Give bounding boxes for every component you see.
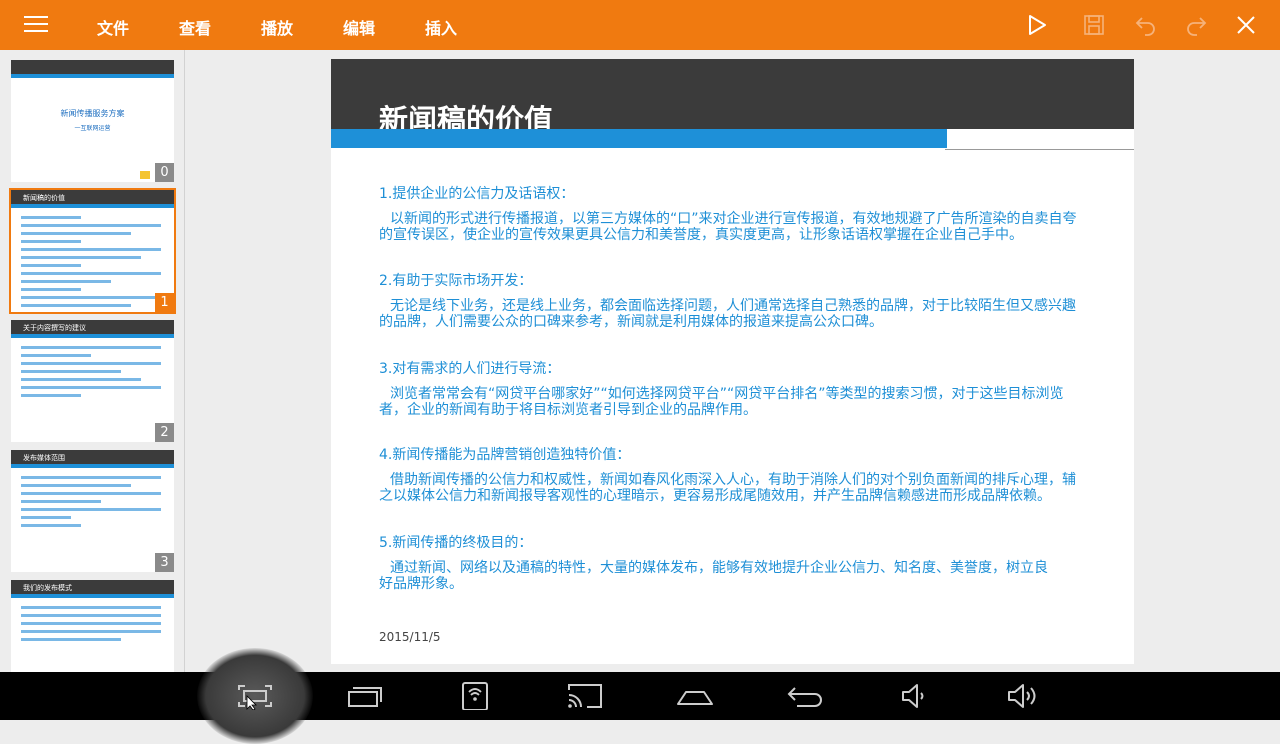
thumb-number: 0 <box>155 163 174 182</box>
thumb-stripe <box>11 74 174 78</box>
back-icon[interactable] <box>785 682 825 710</box>
thumb-number: 1 <box>155 293 174 312</box>
thumb-title: 关于内容撰写的建议 <box>23 324 86 332</box>
slide-thumbnail-1[interactable]: 新闻稿的价值 1 <box>9 188 176 314</box>
thumb-stripe <box>11 464 174 468</box>
thumb-text-lines <box>21 216 161 312</box>
redo-icon <box>1187 17 1207 36</box>
section-body: 以新闻的形式进行传播报道，以第三方媒体的“口”来对企业进行宣传报道，有效地规避了… <box>379 211 1077 243</box>
section-body: 浏览者常常会有“网贷平台哪家好”“如何选择网贷平台”“网贷平台排名”等类型的搜索… <box>379 386 1064 418</box>
thumb-stripe <box>11 334 174 338</box>
close-icon[interactable] <box>1234 13 1258 37</box>
undo-icon <box>1135 17 1155 36</box>
section-heading: 5.新闻传播的终极目的： <box>379 535 533 551</box>
thumb-text-lines <box>21 346 161 402</box>
volume-down-icon[interactable] <box>895 682 935 710</box>
system-nav-bar <box>0 648 1280 744</box>
thumb-text-lines <box>21 606 161 646</box>
slide-thumbnail-2[interactable]: 关于内容撰写的建议 2 <box>11 320 174 442</box>
menu-play[interactable]: 播放 <box>261 15 293 39</box>
slide-thumbnail-4[interactable]: 我们的发布模式 <box>11 580 174 672</box>
folder-icon <box>140 171 150 179</box>
menu-view[interactable]: 查看 <box>179 15 211 39</box>
thumb-stripe <box>11 594 174 598</box>
thumb-number: 3 <box>155 553 174 572</box>
thumb-number: 2 <box>155 423 174 442</box>
wifi-phone-icon[interactable] <box>455 682 495 710</box>
menu-file[interactable]: 文件 <box>97 15 129 39</box>
slide-thumbnail-0[interactable]: 新闻传播服务方案 一互联网运营 0 <box>11 60 174 182</box>
thumb-cover-title: 新闻传播服务方案 <box>60 109 125 118</box>
thumb-text-lines <box>21 476 161 532</box>
section-body: 无论是线下业务，还是线上业务，都会面临选择问题，人们通常选择自己熟悉的品牌，对于… <box>379 298 1076 330</box>
thumb-header <box>11 60 174 74</box>
recent-apps-icon[interactable] <box>345 682 385 710</box>
cast-icon[interactable] <box>565 682 605 710</box>
slide-header: 新闻稿的价值 <box>331 59 1134 137</box>
slide-thumbnail-3[interactable]: 发布媒体范围 3 <box>11 450 174 572</box>
thumb-title: 新闻稿的价值 <box>23 194 65 202</box>
menu-edit[interactable]: 编辑 <box>343 15 375 39</box>
hamburger-menu-icon[interactable] <box>24 16 48 34</box>
section-heading: 1.提供企业的公信力及话语权： <box>379 186 575 202</box>
home-icon[interactable] <box>675 682 715 710</box>
section-heading: 3.对有需求的人们进行导流： <box>379 361 561 377</box>
slide-content: 1.提供企业的公信力及话语权： 以新闻的形式进行传播报道，以第三方媒体的“口”来… <box>379 185 1089 592</box>
section-body: 通过新闻、网络以及通稿的特性，大量的媒体发布，能够有效地提升企业公信力、知名度、… <box>379 560 1048 592</box>
thumb-title: 发布媒体范围 <box>23 454 65 462</box>
section-body: 借助新闻传播的公信力和权威性，新闻如春风化雨深入人心，有助于消除人们的对个别负面… <box>379 472 1076 504</box>
section-heading: 4.新闻传播能为品牌营销创造独特价值： <box>379 447 631 463</box>
section-heading: 2.有助于实际市场开发： <box>379 273 533 289</box>
thumb-stripe <box>11 204 174 208</box>
screenshot-icon[interactable] <box>235 682 275 710</box>
thumb-cover-subtitle: 一互联网运营 <box>74 125 111 132</box>
play-icon[interactable] <box>1025 13 1049 37</box>
slide-accent-band <box>331 129 1134 150</box>
save-icon <box>1084 15 1104 35</box>
menu-insert[interactable]: 插入 <box>425 15 457 39</box>
slide-thumbnail-panel: 新闻传播服务方案 一互联网运营 0 新闻稿的价值 1 关于内容撰写的建议 2 发… <box>0 50 185 672</box>
volume-up-icon[interactable] <box>1005 682 1045 710</box>
top-toolbar: 文件 查看 播放 编辑 插入 <box>0 0 1280 50</box>
thumb-title: 我们的发布模式 <box>23 584 72 592</box>
slide-canvas[interactable]: 新闻稿的价值 1.提供企业的公信力及话语权： 以新闻的形式进行传播报道，以第三方… <box>331 59 1134 664</box>
slide-date: 2015/11/5 <box>379 630 441 644</box>
